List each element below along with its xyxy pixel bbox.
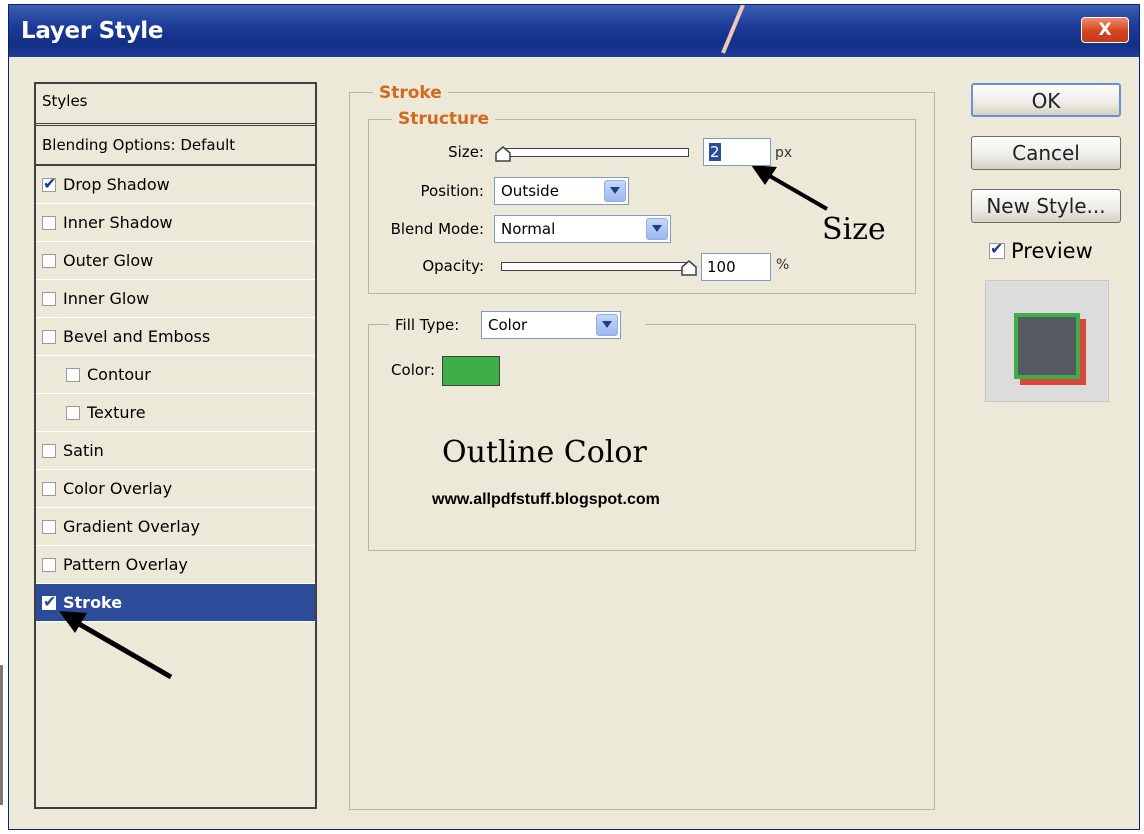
blend-mode-select[interactable]: Normal xyxy=(494,215,671,243)
annotation-arrow-stroke xyxy=(59,611,173,680)
style-item-label: Satin xyxy=(63,441,104,460)
size-slider[interactable] xyxy=(501,148,689,157)
preview-swatch xyxy=(1014,313,1080,379)
color-overlay-checkbox[interactable] xyxy=(42,481,56,496)
size-unit: px xyxy=(775,145,793,161)
style-item-texture[interactable]: Texture xyxy=(36,394,315,432)
style-item-label: Gradient Overlay xyxy=(63,517,200,536)
fill-type-label: Fill Type: xyxy=(395,316,460,334)
style-item-drop-shadow[interactable]: Drop Shadow xyxy=(36,166,315,204)
cancel-button[interactable]: Cancel xyxy=(971,136,1121,170)
color-label: Color: xyxy=(391,361,435,379)
contour-checkbox[interactable] xyxy=(66,367,80,382)
fill-type-header: Fill Type: Color xyxy=(389,309,645,339)
dialog-title: Layer Style xyxy=(21,18,164,44)
drop-shadow-checkbox[interactable] xyxy=(42,174,56,193)
close-button[interactable]: X xyxy=(1081,17,1129,43)
style-item-label: Bevel and Emboss xyxy=(63,327,211,346)
color-swatch[interactable] xyxy=(442,356,500,386)
style-item-bevel-emboss[interactable]: Bevel and Emboss xyxy=(36,318,315,356)
outer-glow-checkbox[interactable] xyxy=(42,253,56,268)
blend-mode-label: Blend Mode: xyxy=(390,220,484,238)
style-item-label: Inner Shadow xyxy=(63,213,173,232)
style-item-label: Color Overlay xyxy=(63,479,173,498)
style-item-contour[interactable]: Contour xyxy=(36,356,315,394)
chevron-down-icon[interactable] xyxy=(604,180,626,202)
opacity-value: 100 xyxy=(707,258,736,276)
style-item-outer-glow[interactable]: Outer Glow xyxy=(36,242,315,280)
style-item-inner-glow[interactable]: Inner Glow xyxy=(36,280,315,318)
style-item-label: Contour xyxy=(87,365,151,384)
gradient-overlay-checkbox[interactable] xyxy=(42,519,56,534)
style-item-label: Inner Glow xyxy=(63,289,150,308)
inner-shadow-checkbox[interactable] xyxy=(42,215,56,230)
new-style-button[interactable]: New Style... xyxy=(971,189,1121,223)
inner-glow-checkbox[interactable] xyxy=(42,291,56,306)
opacity-label: Opacity: xyxy=(422,257,484,275)
title-bar[interactable]: Layer Style X xyxy=(9,5,1139,57)
position-select[interactable]: Outside xyxy=(494,177,629,205)
annotation-outline-color: Outline Color xyxy=(442,435,647,470)
size-input[interactable]: 2 xyxy=(703,138,771,166)
preview-toggle[interactable]: Preview xyxy=(989,239,1093,263)
size-slider-thumb[interactable] xyxy=(494,145,512,163)
style-item-label: Drop Shadow xyxy=(63,175,170,194)
pattern-overlay-checkbox[interactable] xyxy=(42,557,56,572)
blending-options-item[interactable]: Blending Options: Default xyxy=(36,126,315,166)
opacity-slider[interactable] xyxy=(501,262,689,271)
style-item-satin[interactable]: Satin xyxy=(36,432,315,470)
style-item-pattern-overlay[interactable]: Pattern Overlay xyxy=(36,546,315,584)
size-label: Size: xyxy=(448,143,484,161)
texture-checkbox[interactable] xyxy=(66,405,80,420)
watermark: www.allpdfstuff.blogspot.com xyxy=(432,491,660,508)
opacity-slider-thumb[interactable] xyxy=(680,259,698,277)
blend-mode-value: Normal xyxy=(501,220,556,238)
position-label: Position: xyxy=(420,182,484,200)
style-item-color-overlay[interactable]: Color Overlay xyxy=(36,470,315,508)
style-item-label: Outer Glow xyxy=(63,251,154,270)
opacity-unit: % xyxy=(776,257,790,273)
layer-style-dialog: Layer Style X Styles Blending Options: D… xyxy=(8,4,1140,830)
structure-section-title: Structure xyxy=(392,109,496,129)
fill-type-select[interactable]: Color xyxy=(481,311,621,339)
style-item-inner-shadow[interactable]: Inner Shadow xyxy=(36,204,315,242)
satin-checkbox[interactable] xyxy=(42,443,56,458)
opacity-input[interactable]: 100 xyxy=(701,253,771,281)
style-item-label: Pattern Overlay xyxy=(63,555,188,574)
stroke-section-title: Stroke xyxy=(373,83,448,103)
chevron-down-icon[interactable] xyxy=(646,218,668,240)
style-item-label: Texture xyxy=(87,403,146,422)
background-edge xyxy=(0,665,3,805)
position-value: Outside xyxy=(501,182,559,200)
style-item-gradient-overlay[interactable]: Gradient Overlay xyxy=(36,508,315,546)
preview-checkbox[interactable] xyxy=(989,239,1005,259)
styles-header[interactable]: Styles xyxy=(36,84,315,126)
annotation-pointer-stroke xyxy=(721,5,745,54)
fill-type-value: Color xyxy=(488,316,528,334)
ok-button[interactable]: OK xyxy=(971,83,1121,117)
bevel-emboss-checkbox[interactable] xyxy=(42,329,56,344)
styles-list: Styles Blending Options: Default Drop Sh… xyxy=(34,82,317,809)
preview-label: Preview xyxy=(1011,239,1093,263)
size-value: 2 xyxy=(709,143,721,161)
chevron-down-icon[interactable] xyxy=(596,314,618,336)
annotation-size: Size xyxy=(822,212,886,247)
style-preview xyxy=(985,280,1109,402)
